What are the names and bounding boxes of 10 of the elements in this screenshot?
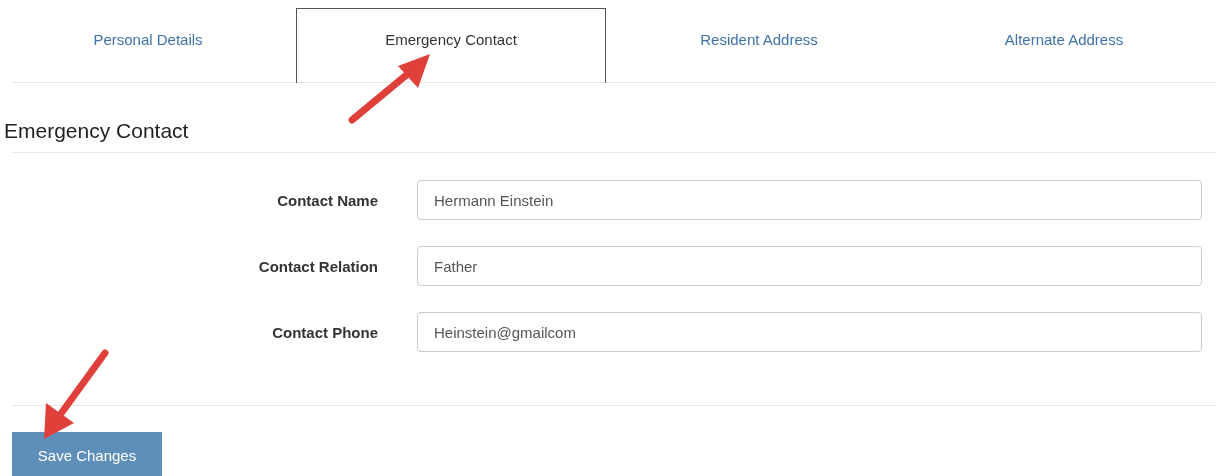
- input-field[interactable]: Hermann Einstein: [417, 180, 1202, 220]
- input-field[interactable]: Heinstein@gmailcom: [417, 312, 1202, 352]
- section-title: Emergency Contact: [4, 118, 189, 144]
- tab[interactable]: Personal Details: [0, 8, 296, 83]
- input-field[interactable]: Father: [417, 246, 1202, 286]
- field-label: Contact Phone: [271, 323, 378, 341]
- tab[interactable]: Alternate Address: [912, 8, 1216, 83]
- field-label: Contact Relation: [257, 257, 378, 275]
- field-label: Contact Name: [276, 191, 378, 209]
- tab[interactable]: Resident Address: [606, 8, 912, 83]
